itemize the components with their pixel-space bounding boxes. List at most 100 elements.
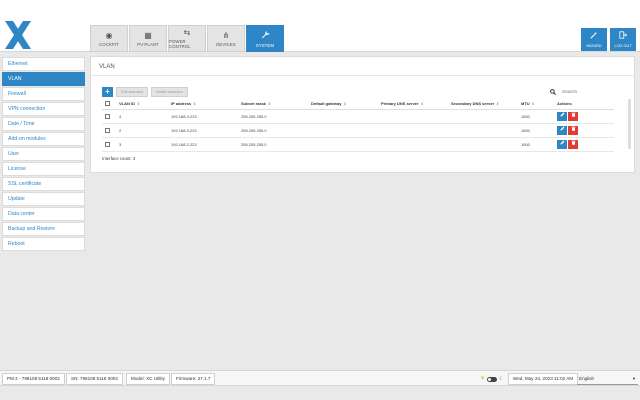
cell-ip-address: 192.168.3.223 [168, 123, 238, 138]
tab-devices[interactable]: ⋔ DEVICES [207, 25, 245, 52]
sidebar-item-user[interactable]: User [2, 147, 85, 161]
sidebar-item-update[interactable]: Update [2, 192, 85, 206]
row-checkbox[interactable] [105, 127, 110, 133]
edit-selected-button[interactable]: Edit selected [116, 87, 148, 97]
theme-switch[interactable] [487, 376, 498, 382]
tab-pv-plant[interactable]: ▦ PV-PLANT [129, 25, 167, 52]
sidebar-item-reboot[interactable]: Reboot [2, 237, 85, 251]
logout-button[interactable]: LOG OUT [610, 28, 636, 51]
sidebar-item-backup-restore[interactable]: Backup and Restore [2, 222, 85, 236]
search-input[interactable] [562, 90, 622, 95]
vlan-panel: VLAN + Edit selected Delete selection VL… [90, 56, 635, 173]
col-vlan-id[interactable]: VLAN ID ⇕ [116, 99, 168, 110]
cell-actions [554, 137, 614, 152]
column-label: Primary DNS server [381, 101, 419, 107]
table-scrollbar[interactable] [628, 99, 631, 149]
top-bar: ◉ COCKPIT ▦ PV-PLANT ⇆ POWER CONTROL ⋔ D… [0, 0, 640, 52]
target-icon: ◉ [105, 30, 113, 40]
vlan-table: VLAN ID ⇕ IP address ⇕ Subnet mask ⇕ Defaul… [102, 99, 614, 152]
tab-system[interactable]: SYSTEM [246, 25, 284, 52]
main-nav: ◉ COCKPIT ▦ PV-PLANT ⇆ POWER CONTROL ⋔ D… [90, 25, 285, 52]
row-select [102, 109, 116, 124]
pencil-icon [560, 126, 564, 130]
select-all-checkbox[interactable] [105, 101, 110, 107]
sidebar-item-date-time[interactable]: Date / Time [2, 117, 85, 131]
logout-icon [619, 31, 628, 42]
sidebar-item-add-on-modules[interactable]: Add-on modules [2, 132, 85, 146]
page-title: VLAN [99, 64, 115, 70]
column-label: Subnet mask [241, 101, 266, 107]
sidebar-item-ssl-certificate[interactable]: SSL certificate [2, 177, 85, 191]
sidebar-item-vpn-connection[interactable]: VPN connection [2, 102, 85, 116]
edit-row-button[interactable] [557, 139, 567, 149]
col-ip-address[interactable]: IP address ⇕ [168, 99, 238, 110]
pm-info: PM 2 - 798108 5118 0002 [2, 373, 65, 385]
table-toolbar: + Edit selected Delete selection [102, 87, 188, 97]
cell-primary-dns [378, 137, 448, 152]
pencil-icon [560, 140, 564, 144]
delete-selection-button[interactable]: Delete selection [150, 87, 188, 97]
table-header-row: VLAN ID ⇕ IP address ⇕ Subnet mask ⇕ Defaul… [102, 99, 614, 110]
col-actions: Actions [554, 99, 614, 110]
col-default-gateway[interactable]: Default gateway ⇕ [308, 99, 378, 110]
moon-icon: ☾ [499, 376, 504, 382]
col-subnet-mask[interactable]: Subnet mask ⇕ [238, 99, 308, 110]
cell-vlan-id: 4 [116, 109, 168, 124]
column-label: MTU [521, 101, 530, 107]
sidebar-item-vlan[interactable]: VLAN [2, 72, 85, 86]
sort-icon: ⇕ [267, 102, 271, 107]
tab-power-control[interactable]: ⇆ POWER CONTROL [168, 25, 206, 52]
sidebar-item-ethernet[interactable]: Ethernet [2, 57, 85, 71]
tab-cockpit[interactable]: ◉ COCKPIT [90, 25, 128, 52]
cell-subnet-mask: 255.255.255.0 [238, 137, 308, 152]
sidebar-item-license[interactable]: License [2, 162, 85, 176]
sort-icon: ⇕ [496, 102, 500, 107]
status-bar: PM 2 - 798108 5118 0002 SN: 798108 5118 … [0, 370, 640, 386]
table-row: 4 192.168.4.223 255.255.255.0 1500 [102, 109, 614, 124]
magic-wand-icon [590, 31, 598, 42]
table-row: 3 192.168.2.223 255.255.255.0 1500 [102, 137, 614, 152]
col-mtu[interactable]: MTU ⇕ [518, 99, 554, 110]
row-checkbox[interactable] [105, 141, 110, 147]
tab-label: COCKPIT [99, 41, 119, 47]
theme-toggle[interactable]: ☀ ☾ [480, 375, 504, 383]
cell-ip-address: 192.168.4.223 [168, 109, 238, 124]
cell-mtu: 1500 [518, 109, 554, 124]
col-primary-dns[interactable]: Primary DNS server ⇕ [378, 99, 448, 110]
sort-icon: ⇕ [137, 102, 140, 107]
delete-row-button[interactable] [568, 139, 578, 149]
sort-icon: ⇕ [420, 102, 424, 107]
search-icon [550, 88, 558, 97]
cell-vlan-id: 2 [116, 123, 168, 138]
sidebar: Ethernet VLAN Firewall VPN connection Da… [2, 57, 85, 252]
row-select [102, 123, 116, 138]
cell-actions [554, 109, 614, 124]
column-label: VLAN ID [119, 101, 135, 107]
cell-ip-address: 192.168.2.223 [168, 137, 238, 152]
delete-row-button[interactable] [568, 125, 578, 135]
tab-label: SYSTEM [255, 42, 275, 48]
tab-label: POWER CONTROL [169, 39, 191, 49]
cell-primary-dns [378, 109, 448, 124]
sort-icon: ⇕ [193, 102, 197, 107]
sidebar-item-data-center[interactable]: Data center [2, 207, 85, 221]
devices-icon: ⋔ [222, 30, 230, 40]
tab-label: DEVICES [216, 41, 236, 47]
cell-primary-dns [378, 123, 448, 138]
column-label: Secondary DNS server [451, 101, 495, 107]
language-select[interactable]: English ▼ [577, 373, 638, 385]
add-vlan-button[interactable]: + [102, 87, 113, 97]
row-checkbox[interactable] [105, 113, 110, 119]
col-secondary-dns[interactable]: Secondary DNS server ⇕ [448, 99, 518, 110]
edit-row-button[interactable] [557, 111, 567, 121]
sidebar-item-firewall[interactable]: Firewall [2, 87, 85, 101]
cell-actions [554, 123, 614, 138]
cell-default-gateway [308, 137, 378, 152]
cell-subnet-mask: 255.255.255.0 [238, 109, 308, 124]
wizard-button[interactable]: WIZARD [581, 28, 607, 51]
cell-secondary-dns [448, 137, 518, 152]
table-row: 2 192.168.3.223 255.255.255.0 1500 [102, 123, 614, 138]
delete-row-button[interactable] [568, 111, 578, 121]
sort-icon: ⇕ [531, 102, 535, 107]
edit-row-button[interactable] [557, 125, 567, 135]
